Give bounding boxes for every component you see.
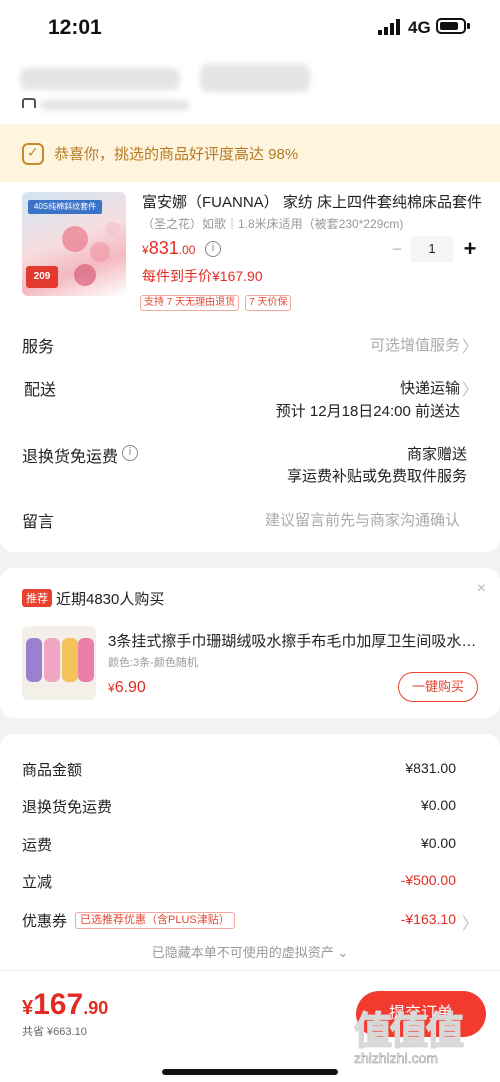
recommend-card: 推荐 近期4830人购买 × 3条挂式擦手巾珊瑚绒吸水擦手布毛巾加厚卫生间吸水擦… (0, 568, 500, 718)
service-badges: 支持 7 天无理由退货 7 天价保 (140, 295, 292, 311)
shipping-label: 运费 (22, 837, 53, 854)
return-free-label: 退换货免运费 (22, 799, 113, 816)
return-shipping-label: 退换货免运费 (22, 449, 119, 466)
home-indicator[interactable] (162, 1069, 338, 1075)
badge-price-protect: 7 天价保 (245, 295, 292, 311)
recommend-image[interactable] (22, 626, 96, 700)
address-blur (40, 100, 190, 110)
service-value[interactable]: 可选增值服务 (370, 334, 460, 355)
address-blur (20, 68, 180, 90)
delivery-label: 配送 (24, 382, 57, 399)
note-input[interactable]: 建议留言前先与商家沟通确认 (265, 509, 460, 530)
recent-buyers: 近期4830人购买 (56, 591, 165, 608)
recommend-spec: 颜色:3条-颜色随机 (108, 657, 198, 669)
shipping-value: ¥0.00 (420, 835, 456, 851)
product-title[interactable]: 富安娜（FUANNA） 家纺 床上四件套纯棉床品套件 (142, 191, 482, 212)
watermark: 值值值 zhizhizhi.com (353, 990, 494, 1082)
hidden-assets-toggle[interactable]: 已隐藏本单不可使用的虚拟资产 ⌄ (0, 942, 500, 961)
network-label: 4G (408, 18, 431, 37)
chevron-right-icon[interactable]: 〉 (462, 910, 478, 934)
recommend-price: ¥6.90 (108, 679, 146, 696)
battery-icon (436, 18, 470, 34)
product-price: ¥831.00 (142, 238, 196, 258)
return-free-value: ¥0.00 (420, 797, 456, 813)
decrease-button[interactable]: − (386, 236, 408, 262)
goods-amount-value: ¥831.00 (405, 760, 456, 776)
thumb-price: 209 (26, 266, 58, 288)
good-rate-text: 恭喜你，挑选的商品好评度高达 98% (54, 146, 299, 163)
return-shipping-value: 商家赠送 (406, 446, 467, 463)
final-unit-price: 每件到手价¥167.90 (142, 268, 263, 284)
return-shipping-desc: 享运费补贴或免费取件服务 (286, 468, 467, 485)
signal-icon (378, 19, 400, 35)
one-click-buy-button[interactable]: 一键购买 (398, 672, 478, 702)
badge-return: 支持 7 天无理由退货 (140, 295, 240, 311)
thumb-up-icon (22, 143, 44, 165)
coupon-label[interactable]: 优惠券 (22, 910, 67, 931)
price-info-icon[interactable]: i (205, 241, 221, 257)
address-blur (200, 64, 310, 92)
coupon-tag: 已选推荐优惠（含PLUS津贴） (75, 912, 235, 929)
recommend-tag: 推荐 (22, 589, 52, 607)
total-price: ¥167.90 (22, 988, 109, 1021)
return-info-icon[interactable]: i (122, 445, 138, 461)
service-label: 服务 (22, 339, 55, 356)
coupon-value[interactable]: -¥163.10 (401, 911, 456, 927)
chevron-right-icon[interactable]: 〉 (462, 333, 478, 357)
product-card: 40S纯棉斜纹套件 209 富安娜（FUANNA） 家纺 床上四件套纯棉床品套件… (0, 182, 500, 552)
goods-amount-label: 商品金额 (22, 762, 83, 779)
product-image[interactable]: 40S纯棉斜纹套件 209 (22, 192, 126, 296)
location-icon (22, 98, 36, 108)
quantity-stepper[interactable]: − 1 + (386, 236, 482, 262)
thumb-tag: 40S纯棉斜纹套件 (28, 200, 102, 214)
delivery-eta: 预计 12月18日24:00 前送达 (275, 403, 460, 420)
quantity-value[interactable]: 1 (410, 236, 454, 262)
address-bar[interactable] (0, 56, 500, 124)
product-spec[interactable]: （圣之花）如歌｜1.8米床适用（被套230*229cm) (142, 215, 403, 232)
recommend-title[interactable]: 3条挂式擦手巾珊瑚绒吸水擦手布毛巾加厚卫生间吸水擦手巾 (108, 630, 478, 651)
close-icon[interactable]: × (477, 580, 486, 598)
watermark-url: zhizhizhi.com (354, 1050, 439, 1067)
discount-value: -¥500.00 (400, 872, 456, 888)
discount-label: 立减 (22, 874, 53, 891)
order-summary: 商品金额 ¥831.00 退换货免运费 ¥0.00 运费 ¥0.00 立减 -¥… (0, 734, 500, 970)
chevron-right-icon[interactable]: 〉 (462, 376, 478, 400)
status-time: 12:01 (48, 16, 102, 39)
note-label: 留言 (22, 514, 55, 531)
watermark-logo: 值值值 (353, 1010, 465, 1054)
total-saved: 共省 ¥663.10 (22, 1026, 87, 1038)
good-rate-banner: 恭喜你，挑选的商品好评度高达 98% (0, 124, 500, 182)
delivery-value[interactable]: 快递运输 (400, 377, 460, 398)
increase-button[interactable]: + (458, 236, 482, 262)
status-bar: 12:01 4G (0, 0, 500, 56)
